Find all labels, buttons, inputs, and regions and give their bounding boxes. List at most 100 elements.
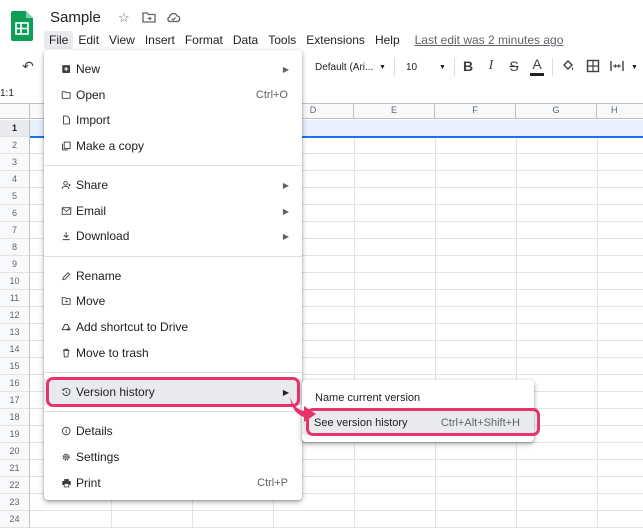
plus-square-icon [62,65,71,73]
menu-divider [44,411,302,412]
row-header-12[interactable]: 12 [0,307,30,324]
undo-icon[interactable]: ↶ [19,58,37,75]
menu-insert[interactable]: Insert [140,31,180,49]
menu-item-label: Share [76,178,109,192]
row-header-15[interactable]: 15 [0,358,30,375]
row-header-14[interactable]: 14 [0,341,30,358]
row-header-22[interactable]: 22 [0,477,30,494]
column-header-h[interactable]: H [597,103,643,119]
row-header-1[interactable]: 1 [0,120,30,137]
menu-item-print[interactable]: Print Ctrl+P [44,470,302,496]
row-header-2[interactable]: 2 [0,137,30,154]
menu-file[interactable]: File [44,31,74,49]
row-header-4[interactable]: 4 [0,171,30,188]
menu-item-label: Add shortcut to Drive [76,320,189,334]
mail-icon [61,207,72,215]
fill-color-icon[interactable] [561,59,575,73]
row-header-8[interactable]: 8 [0,239,30,256]
submenu-item-name-current-version[interactable]: Name current version [302,386,534,410]
pointer-arrow-icon [290,397,316,422]
row-header-7[interactable]: 7 [0,222,30,239]
text-color-swatch [530,73,544,76]
row-header-16[interactable]: 16 [0,375,30,392]
menu-item-make-a-copy[interactable]: Make a copy [44,133,302,159]
column-header-f[interactable]: F [435,103,516,119]
row-header-10[interactable]: 10 [0,273,30,290]
row-header-11[interactable]: 11 [0,290,30,307]
menu-item-rename[interactable]: Rename [44,263,302,289]
menu-item-label: Details [76,424,113,438]
drive-shortcut-icon [61,323,71,331]
borders-icon[interactable] [586,59,600,73]
row-header-5[interactable]: 5 [0,188,30,205]
row-header-9[interactable]: 9 [0,256,30,273]
menu-item-new[interactable]: New ▶ [44,56,302,82]
folder-move-icon [61,297,71,305]
menu-item-import[interactable]: Import [44,107,302,133]
star-icon[interactable]: ☆ [118,10,130,26]
menu-help[interactable]: Help [370,31,405,49]
menu-edit[interactable]: Edit [73,31,104,49]
pencil-icon [62,272,71,281]
column-header-g[interactable]: G [516,103,597,119]
menu-item-move-to-trash[interactable]: Move to trash [44,340,302,366]
font-family-select[interactable]: Default (Ari... [315,62,373,73]
menu-item-label: Move to trash [76,346,149,360]
cloud-status-icon[interactable] [166,11,181,23]
row-header-20[interactable]: 20 [0,443,30,460]
strikethrough-icon[interactable]: S [505,58,523,74]
row-header-6[interactable]: 6 [0,205,30,222]
submenu-item-label: Name current version [315,392,421,404]
menu-extensions[interactable]: Extensions [301,31,370,49]
shortcut-label: Ctrl+P [257,477,288,489]
menu-item-move[interactable]: Move [44,288,302,314]
bold-icon[interactable]: B [459,58,477,74]
document-title[interactable]: Sample [50,9,101,26]
menu-item-settings[interactable]: Settings [44,444,302,470]
menu-item-label: Move [76,294,106,308]
menu-data[interactable]: Data [228,31,263,49]
move-folder-icon[interactable] [142,11,156,23]
last-edit-link[interactable]: Last edit was 2 minutes ago [415,33,564,47]
row-header-24[interactable]: 24 [0,511,30,528]
menu-divider [44,256,302,257]
merge-chevron-down-icon[interactable]: ▼ [631,64,638,71]
info-icon [61,426,71,436]
text-color-icon[interactable]: A [528,56,546,72]
folder-icon [61,91,71,99]
menu-item-share[interactable]: Share ▶ [44,172,302,198]
grid-row-line [30,510,643,511]
row-header-13[interactable]: 13 [0,324,30,341]
name-box[interactable]: 1:1 [0,88,14,99]
menu-item-details[interactable]: Details [44,418,302,444]
row-header-18[interactable]: 18 [0,409,30,426]
menu-item-label: Make a copy [76,139,145,153]
menu-item-label: Print [76,476,101,490]
menu-view[interactable]: View [104,31,140,49]
row-header-3[interactable]: 3 [0,154,30,171]
menu-format[interactable]: Format [180,31,228,49]
menu-divider [44,372,302,373]
column-header-e[interactable]: E [354,103,435,119]
merge-cells-icon[interactable] [610,59,624,73]
submenu-arrow-icon: ▶ [282,231,289,241]
menu-item-label: Email [76,204,107,218]
font-size-select[interactable]: 10 [406,62,417,73]
menu-item-download[interactable]: Download ▶ [44,223,302,249]
font-family-chevron-down-icon[interactable]: ▼ [379,64,386,71]
menu-item-open[interactable]: Open Ctrl+O [44,82,302,108]
row-header-19[interactable]: 19 [0,426,30,443]
menu-item-email[interactable]: Email ▶ [44,198,302,224]
row-header-23[interactable]: 23 [0,494,30,511]
italic-icon[interactable]: I [482,58,500,74]
submenu-arrow-icon: ▶ [282,206,289,216]
menu-tools[interactable]: Tools [263,31,301,49]
font-size-chevron-down-icon[interactable]: ▼ [439,64,446,71]
row-header-17[interactable]: 17 [0,392,30,409]
menu-item-add-shortcut[interactable]: Add shortcut to Drive [44,314,302,340]
select-all-corner[interactable] [0,103,30,119]
menu-item-label: Import [76,113,111,127]
toolbar-divider [552,58,553,76]
row-header-21[interactable]: 21 [0,460,30,477]
sheets-logo-icon[interactable] [11,11,33,41]
